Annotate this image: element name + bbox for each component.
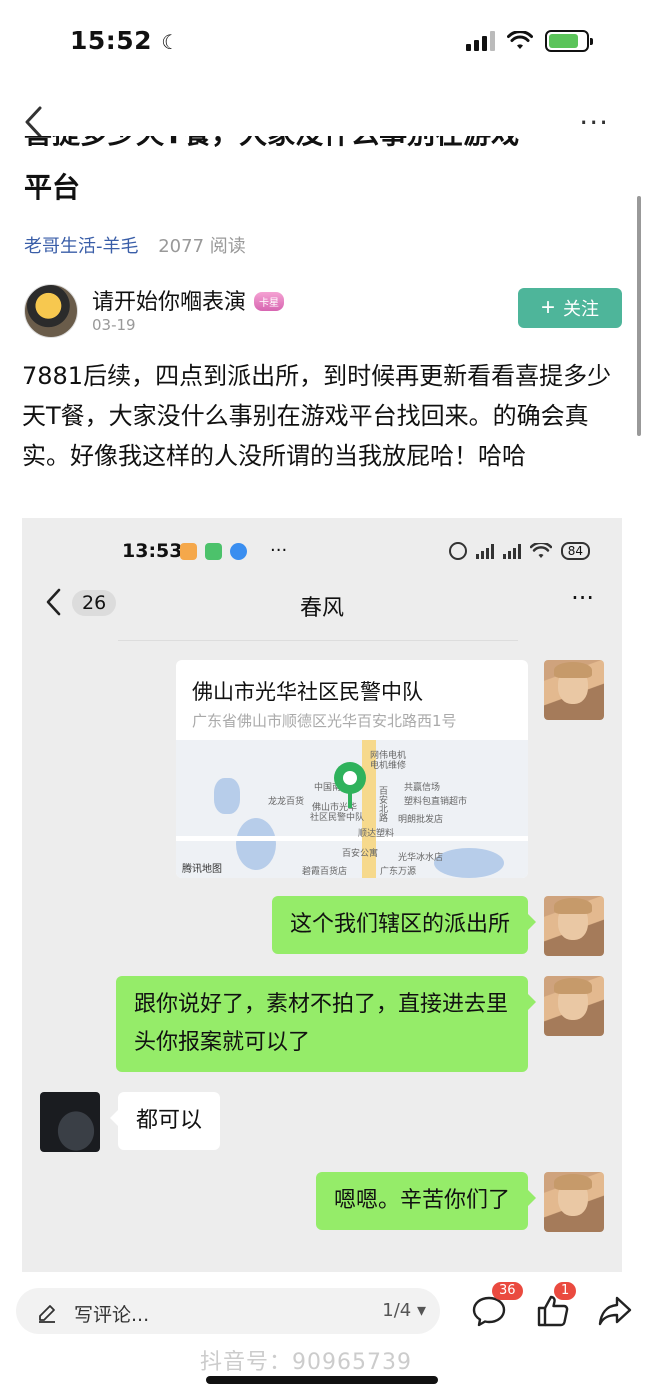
- alarm-icon: [448, 542, 467, 560]
- map-label: 广东万源: [380, 867, 417, 877]
- cellular-signal-icon: [466, 31, 495, 51]
- moon-icon: ☾: [161, 30, 180, 54]
- avatar: [544, 896, 604, 956]
- battery-charging-icon: [545, 30, 593, 52]
- map-road-label: 百安北路: [377, 786, 387, 822]
- avatar: [544, 976, 604, 1036]
- home-indicator[interactable]: [206, 1376, 438, 1384]
- user-row: 请开始你嗰表演 卡星 03-19 + 关注: [24, 282, 622, 342]
- signal-icon: [475, 543, 494, 559]
- screenshot-status-icons: 84: [448, 542, 590, 560]
- user-badge: 卡星: [254, 292, 285, 311]
- follow-label: 关注: [563, 299, 599, 319]
- play-app-icon: [230, 543, 247, 560]
- read-count: 2077 阅读: [158, 236, 246, 257]
- like-count-badge: 1: [554, 1282, 577, 1300]
- article-meta: 老哥生活-羊毛 2077 阅读: [24, 232, 246, 258]
- status-time: 15:52 ☾: [70, 26, 180, 55]
- wifi-icon: [507, 31, 533, 49]
- comment-count-badge: 36: [492, 1282, 523, 1300]
- location-name: 佛山市光华社区民警中队: [192, 680, 423, 704]
- post-body: 7881后续，四点到派出所，到时候再更新看看喜提多少天T餐，大家没什么事别在游戏…: [22, 362, 612, 470]
- map-label: 百安公寓: [342, 849, 379, 859]
- share-arrow-icon: [598, 1296, 632, 1326]
- username-text: 请开始你嗰表演: [92, 290, 247, 315]
- message-app-icon: [180, 543, 197, 560]
- screenshot-app-icons: [180, 543, 247, 560]
- comment-input[interactable]: 写评论... 1/4 ▾: [16, 1288, 440, 1334]
- status-icons: [466, 30, 593, 52]
- avatar: [40, 1092, 100, 1152]
- avatar: [544, 1172, 604, 1232]
- share-button[interactable]: [596, 1292, 634, 1330]
- map-road: [176, 836, 528, 841]
- back-chevron-icon[interactable]: [20, 104, 50, 140]
- scrollbar[interactable]: [637, 196, 641, 436]
- username[interactable]: 请开始你嗰表演 卡星: [92, 284, 285, 316]
- map-water: [236, 818, 276, 870]
- map-label: 顺达塑料: [358, 829, 395, 839]
- map-label: 社区民警中队: [310, 813, 365, 823]
- screenshot-wifi-icon: [529, 543, 552, 558]
- screenshot-more-dots: ···: [270, 540, 288, 561]
- douyin-watermark: 抖音号：90965739: [200, 1350, 412, 1375]
- chat-bubble: 都可以: [109, 1092, 221, 1150]
- shield-app-icon: [205, 543, 222, 560]
- screenshot-time: 13:53: [122, 540, 183, 562]
- avatar: [544, 660, 604, 720]
- chat-bubble: 这个我们辖区的派出所: [271, 896, 537, 954]
- chat-title: 春风: [299, 596, 344, 621]
- article-title-partial: 喜提多少天T餐，大家没什么事别在游戏: [24, 136, 624, 164]
- follow-button[interactable]: + 关注: [518, 288, 622, 328]
- like-button[interactable]: 1: [534, 1282, 577, 1330]
- chat-screenshot-image[interactable]: 13:53 ··· 84 26 春风 ··· 佛山市光华社区民警中队 广东省佛山…: [22, 518, 622, 1272]
- article-title: 平台: [24, 171, 81, 204]
- chat-more-icon: ···: [571, 584, 594, 612]
- signal-icon-2: [502, 543, 521, 559]
- map-label: 碧霞百货店: [302, 867, 348, 877]
- map-pin-stick: [348, 790, 352, 808]
- page-counter[interactable]: 1/4 ▾: [382, 1300, 426, 1321]
- chat-bubble: 跟你说好了，素材不拍了，直接进去里头你报案就可以了: [116, 976, 536, 1072]
- map-water: [214, 778, 240, 814]
- status-time-text: 15:52: [70, 26, 153, 55]
- comment-placeholder: 写评论...: [74, 1304, 150, 1326]
- map-label: 明朗批发店: [398, 815, 444, 825]
- map-label: 塑料包直销超市: [404, 797, 468, 807]
- screenshot-battery: 84: [560, 542, 590, 560]
- pencil-icon: [39, 1305, 55, 1323]
- screenshot-status-bar: 13:53 ··· 84: [22, 540, 622, 566]
- tencent-map-logo: 腾讯地图: [182, 864, 222, 875]
- location-card: 佛山市光华社区民警中队 广东省佛山市顺德区光华百安北路西1号 百安北路 网伟电机…: [176, 660, 528, 878]
- author-link[interactable]: 老哥生活-羊毛: [24, 236, 139, 257]
- map-label: 电机维修: [370, 761, 407, 771]
- comment-button[interactable]: 36: [470, 1282, 523, 1330]
- chat-bubble: 嗯嗯。辛苦你们了: [315, 1172, 537, 1230]
- location-address: 广东省佛山市顺德区光华百安北路西1号: [192, 712, 457, 730]
- bottom-toolbar: 写评论... 1/4 ▾ 36 1: [0, 1282, 645, 1340]
- map-label: 光华冰水店: [398, 853, 444, 863]
- map-label: 共赢信场: [404, 783, 441, 793]
- divider: [118, 640, 518, 641]
- plus-icon: +: [540, 294, 555, 321]
- more-options-icon[interactable]: ···: [579, 106, 609, 139]
- avatar[interactable]: [24, 284, 78, 338]
- map-thumbnail: 百安北路 网伟电机 电机维修 中国南方 龙龙百货 佛山市光华 社区民警中队 共赢…: [176, 740, 528, 878]
- article-title-partial-text: 喜提多少天T餐，大家没什么事别在游戏: [24, 136, 624, 154]
- map-label: 龙龙百货: [268, 797, 305, 807]
- map-water: [434, 848, 504, 878]
- post-date: 03-19: [92, 316, 136, 334]
- status-bar: 15:52 ☾: [0, 0, 645, 88]
